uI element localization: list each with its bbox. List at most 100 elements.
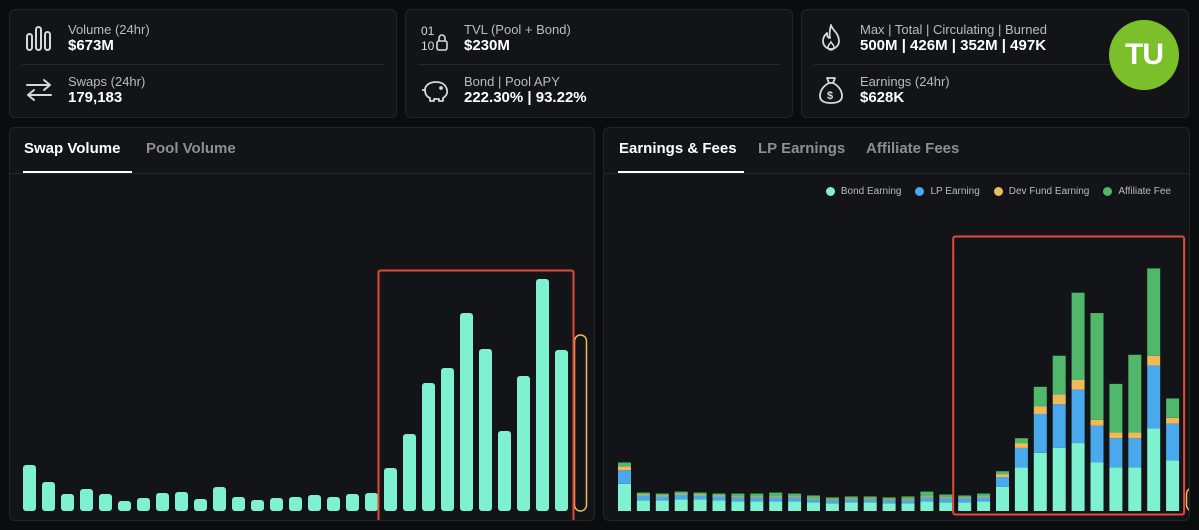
affiliate-fee-segment <box>1052 355 1066 395</box>
stat-tvl-value: $230M <box>464 36 510 54</box>
lp-earning-segment <box>807 499 820 503</box>
lp-earning-segment <box>693 495 707 500</box>
bar-chart-icon <box>22 21 56 55</box>
stat-tvl: 01 10 TVL (Pool + Bond) $230M <box>418 16 780 60</box>
bond-earning-segment <box>863 502 877 511</box>
dev-fund-segment <box>996 474 1009 478</box>
dev-fund-segment <box>1128 432 1142 439</box>
lp-earning-segment <box>863 499 877 503</box>
swap-volume-chart <box>23 269 588 520</box>
affiliate-fee-segment <box>939 494 953 498</box>
lp-earning-segment <box>1014 447 1028 468</box>
svg-text:01: 01 <box>421 24 435 38</box>
lp-earning-segment <box>996 477 1009 487</box>
swap-volume-bar <box>118 501 131 511</box>
lp-earning-segment <box>844 499 858 503</box>
swap-volume-panel: Swap Volume Pool Volume <box>9 127 595 521</box>
dev-fund-segment <box>977 496 991 498</box>
stat-earnings-label: Earnings (24hr) <box>860 73 950 89</box>
dev-fund-segment <box>1014 443 1028 448</box>
stat-swaps-value: 179,183 <box>68 88 123 106</box>
lp-earning-segment <box>1166 423 1180 461</box>
dev-fund-segment <box>901 499 915 501</box>
swap-volume-bar <box>23 465 36 511</box>
bond-earning-segment <box>1128 467 1142 511</box>
bond-earning-segment <box>674 499 688 511</box>
bond-earning-segment <box>825 503 839 511</box>
bond-earning-segment <box>1033 452 1047 511</box>
swap-volume-bar <box>308 495 321 511</box>
dev-fund-segment <box>674 493 688 495</box>
affiliate-fee-segment <box>825 497 839 500</box>
stats-card-tvl: 01 10 TVL (Pool + Bond) $230M Bond | Pool … <box>405 9 793 118</box>
lp-earning-segment <box>1033 413 1047 453</box>
swap-volume-bar <box>137 498 150 511</box>
lp-earning-segment <box>958 498 972 503</box>
bond-earning-segment <box>712 500 726 511</box>
swap-volume-bar <box>99 494 112 511</box>
swap-volume-bar <box>422 383 435 511</box>
swap-volume-bar <box>270 498 283 511</box>
svg-text:$: $ <box>827 90 833 102</box>
affiliate-fee-segment <box>977 493 991 497</box>
affiliate-fee-segment <box>1147 268 1161 356</box>
swap-volume-bar <box>517 376 530 511</box>
affiliate-fee-segment <box>693 492 707 495</box>
dev-fund-segment <box>844 498 858 500</box>
dev-fund-segment <box>1147 355 1161 366</box>
affiliate-fee-segment <box>1090 313 1104 420</box>
lp-earning-segment <box>750 497 764 502</box>
dev-fund-segment <box>1033 406 1047 414</box>
stat-volume: Volume (24hr) $673M <box>22 16 384 60</box>
dev-fund-segment <box>712 495 726 497</box>
lp-earning-segment <box>1090 425 1104 463</box>
stat-apy-label: Bond | Pool APY <box>464 73 560 89</box>
pending-earnings-bar <box>1185 488 1189 511</box>
bond-earning-segment <box>939 502 953 511</box>
lp-earning-segment <box>920 497 934 502</box>
dev-fund-segment <box>882 499 896 501</box>
dev-fund-segment <box>920 496 934 498</box>
bond-earning-segment <box>788 501 802 511</box>
bond-earning-segment <box>1071 443 1085 511</box>
swap-volume-bar <box>289 497 302 511</box>
binary-lock-icon: 01 10 <box>418 21 452 55</box>
piggy-bank-icon <box>418 73 452 107</box>
bond-earning-segment <box>636 500 650 511</box>
bond-earning-segment <box>1166 460 1180 511</box>
divider <box>418 64 780 65</box>
stat-swaps: Swaps (24hr) 179,183 <box>22 68 384 112</box>
swap-volume-bar <box>213 487 226 511</box>
swap-volume-bar <box>384 468 397 511</box>
bond-earning-segment <box>769 501 783 511</box>
bond-earning-segment <box>977 501 991 511</box>
affiliate-fee-segment <box>1071 292 1085 380</box>
stat-apy: Bond | Pool APY 222.30% | 93.22% <box>418 68 780 112</box>
lp-earning-segment <box>674 494 688 500</box>
swap-volume-bar <box>175 492 188 511</box>
bond-earning-segment <box>807 502 820 511</box>
swap-arrows-icon <box>22 73 56 107</box>
earnings-fees-panel: Earnings & Fees LP Earnings Affiliate Fe… <box>603 127 1190 521</box>
dev-fund-segment <box>788 496 802 498</box>
affiliate-fee-segment <box>863 496 877 499</box>
stat-volume-value: $673M <box>68 36 114 54</box>
dev-fund-segment <box>825 499 839 501</box>
swap-volume-bar <box>194 499 207 511</box>
affiliate-fee-segment <box>674 491 688 494</box>
swap-volume-bar <box>536 279 549 511</box>
stat-supply-value: 500M | 426M | 352M | 497K <box>860 36 1047 54</box>
lp-earning-segment <box>769 497 783 502</box>
bond-earning-segment <box>693 499 707 511</box>
bond-earning-segment <box>920 501 934 511</box>
dev-fund-segment <box>750 496 764 498</box>
bond-earning-segment <box>901 503 915 511</box>
affiliate-fee-segment <box>750 493 764 497</box>
lp-earning-segment <box>1147 365 1161 429</box>
bond-earning-segment <box>958 502 972 511</box>
swap-volume-bar <box>80 489 93 511</box>
affiliate-fee-segment <box>769 492 783 497</box>
divider <box>22 64 384 65</box>
swap-volume-bar <box>42 482 55 511</box>
affiliate-fee-segment <box>1033 386 1047 407</box>
